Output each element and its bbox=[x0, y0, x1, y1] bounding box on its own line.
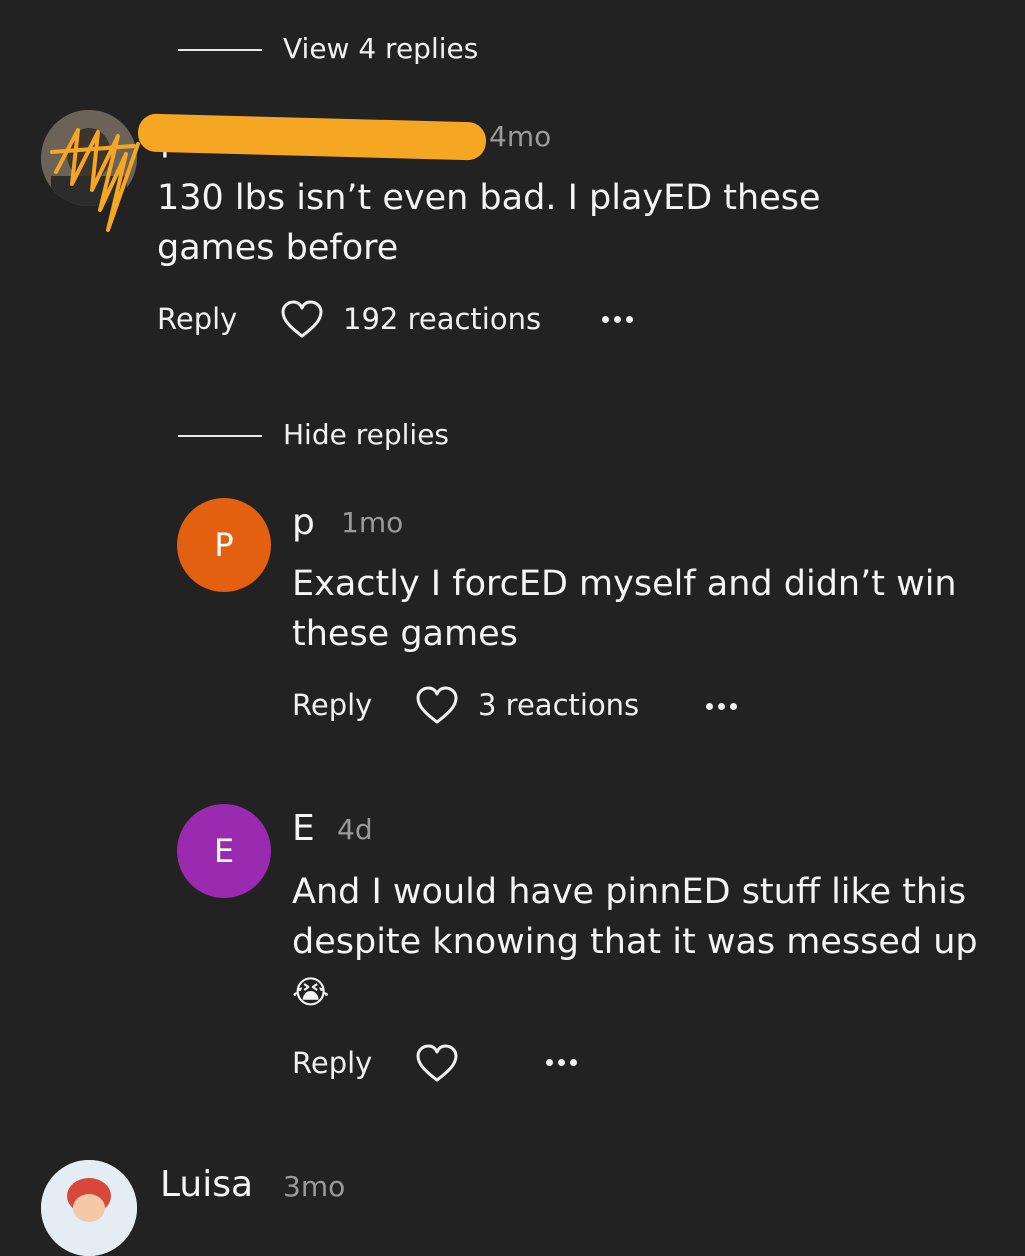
comment-text: 130 lbs isn’t even bad. I playED these g… bbox=[157, 178, 821, 268]
reply-text: Exactly I forcED myself and didn’t win t… bbox=[292, 564, 957, 654]
more-options-icon[interactable] bbox=[602, 316, 633, 323]
redaction-bar bbox=[137, 113, 487, 161]
reply-button[interactable]: Reply bbox=[292, 688, 372, 722]
comment-time: 3mo bbox=[283, 1170, 346, 1203]
reactions-count[interactable]: 3 reactions bbox=[478, 688, 639, 722]
more-options-icon[interactable] bbox=[706, 703, 737, 710]
comment-author[interactable]: Luisa bbox=[160, 1164, 253, 1205]
heart-icon[interactable] bbox=[280, 300, 324, 340]
reply-time: 1mo bbox=[341, 506, 404, 539]
reply-time: 4d bbox=[337, 813, 373, 846]
reply-author[interactable]: E bbox=[292, 808, 315, 849]
more-options-icon[interactable] bbox=[546, 1059, 577, 1066]
avatar[interactable]: E bbox=[177, 804, 271, 898]
reply-text: And I would have pinnED stuff like this … bbox=[292, 867, 992, 1017]
avatar[interactable] bbox=[41, 1160, 137, 1256]
reactions-count[interactable]: 192 reactions bbox=[343, 302, 541, 336]
heart-icon[interactable] bbox=[415, 686, 459, 726]
redaction-scribble bbox=[50, 128, 140, 232]
comment-time: 4mo bbox=[489, 120, 552, 153]
avatar-photo bbox=[41, 1160, 137, 1256]
avatar[interactable]: P bbox=[177, 498, 271, 592]
avatar-letter: P bbox=[214, 526, 234, 564]
avatar-letter: E bbox=[213, 832, 235, 870]
view-replies-button[interactable]: View 4 replies bbox=[283, 32, 478, 65]
thread-divider bbox=[178, 49, 262, 51]
reply-author[interactable]: p bbox=[292, 502, 315, 543]
reply-button[interactable]: Reply bbox=[292, 1046, 372, 1080]
reply-button[interactable]: Reply bbox=[157, 302, 237, 336]
hide-replies-button[interactable]: Hide replies bbox=[283, 418, 449, 451]
thread-divider bbox=[178, 435, 262, 437]
crying-emoji: 😭 bbox=[292, 973, 330, 1011]
heart-icon[interactable] bbox=[415, 1044, 459, 1084]
reply-text-content: And I would have pinnED stuff like this … bbox=[292, 872, 978, 962]
